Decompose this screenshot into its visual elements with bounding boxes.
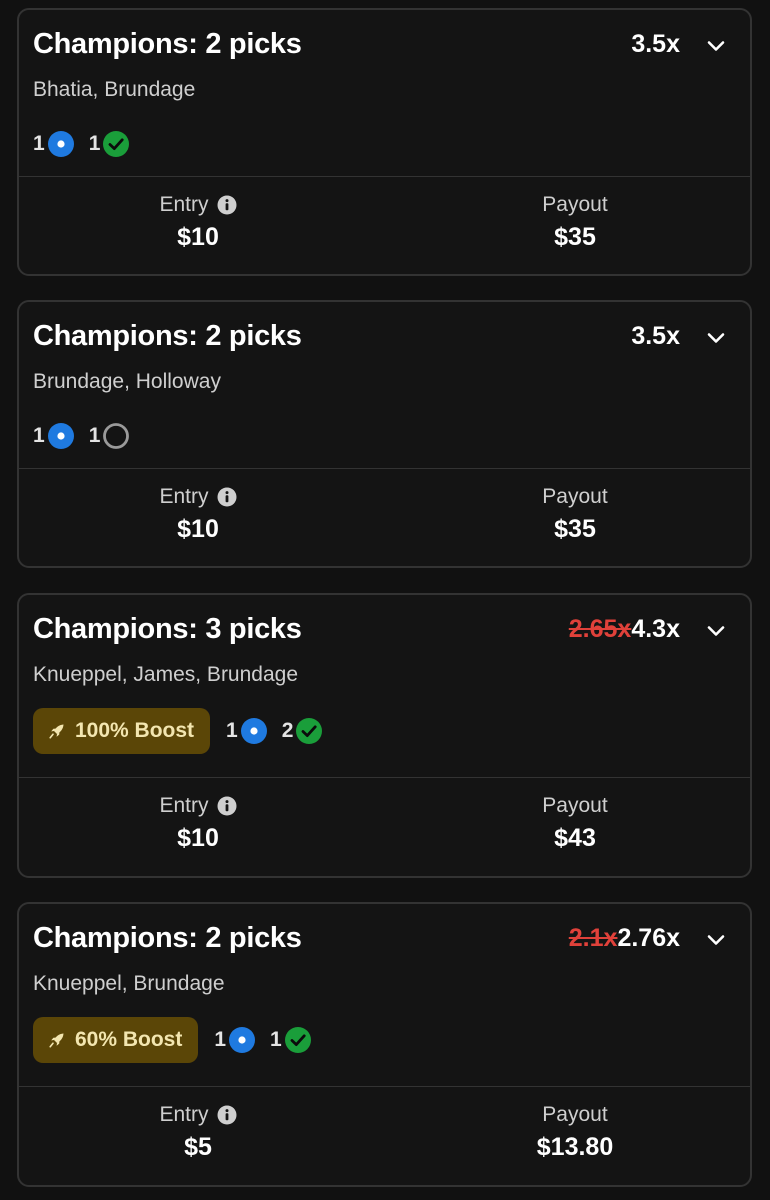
old-multiplier: 2.65x [568, 615, 632, 643]
entry-column: Entry $10 [48, 794, 348, 853]
pending-stat: 1 [33, 130, 75, 158]
card-title: Champions: 2 picks [33, 922, 302, 954]
current-multiplier: 4.3x [631, 615, 680, 643]
entry-value: $10 [177, 515, 219, 543]
boost-label: 60% Boost [75, 1028, 183, 1051]
pick-status-row: 60% Boost 1 1 [33, 1016, 326, 1064]
payout-column: Payout $13.80 [425, 1103, 725, 1162]
payout-label: Payout [542, 1103, 608, 1126]
entry-label: Entry [159, 193, 209, 216]
multiplier: 3.5x [631, 30, 680, 59]
check-circle-icon [296, 718, 323, 744]
player-names: Knueppel, Brundage [33, 972, 225, 995]
second-stat: 1 [89, 130, 131, 158]
boost-badge: 60% Boost [33, 1017, 199, 1063]
payout-column: Payout $35 [425, 485, 725, 544]
entry-label: Entry [159, 1103, 209, 1126]
current-multiplier: 2.76x [617, 924, 680, 952]
pending-dot-icon [47, 131, 74, 157]
info-icon[interactable] [217, 487, 237, 507]
pending-stat: 1 [214, 1026, 256, 1054]
second-count: 1 [270, 1028, 282, 1051]
multiplier: 2.1x2.76x [569, 924, 680, 953]
entry-value: $10 [177, 824, 219, 852]
payout-label: Payout [542, 794, 608, 817]
payout-value: $43 [554, 824, 596, 852]
empty-circle-icon [103, 423, 130, 449]
pending-stat: 1 [226, 717, 268, 745]
card-title: Champions: 2 picks [33, 320, 302, 352]
current-multiplier: 3.5x [631, 30, 680, 58]
pending-dot-icon [240, 718, 267, 744]
entry-value: $10 [177, 223, 219, 251]
multiplier: 3.5x [631, 322, 680, 351]
pending-dot-icon [229, 1027, 256, 1053]
second-count: 1 [88, 424, 101, 447]
entry-card[interactable]: Champions: 2 picks 2.1x2.76x Knueppel, B… [17, 902, 752, 1187]
player-names: Knueppel, James, Brundage [33, 663, 299, 686]
pending-count: 1 [33, 424, 45, 447]
rocket-icon [49, 724, 64, 739]
payout-value: $35 [554, 515, 596, 543]
entry-label: Entry [159, 794, 209, 817]
card-title: Champions: 3 picks [33, 613, 302, 645]
entry-card[interactable]: Champions: 3 picks 2.65x4.3x Knueppel, J… [17, 593, 752, 878]
player-names: Bhatia, Brundage [33, 78, 196, 101]
current-multiplier: 3.5x [631, 322, 680, 350]
pending-stat: 1 [33, 422, 75, 450]
second-count: 1 [88, 132, 101, 155]
entry-value: $5 [184, 1133, 212, 1161]
rocket-icon [49, 1033, 64, 1048]
entry-label: Entry [159, 485, 209, 508]
payout-value: $13.80 [536, 1133, 614, 1161]
old-multiplier: 2.1x [568, 924, 618, 952]
chevron-down-icon[interactable] [704, 928, 728, 952]
payout-value: $35 [554, 223, 596, 251]
multiplier: 2.65x4.3x [569, 615, 680, 644]
pending-dot-icon [47, 423, 74, 449]
pending-count: 1 [214, 1028, 227, 1051]
boost-label: 100% Boost [75, 719, 195, 742]
entry-column: Entry $10 [48, 485, 348, 544]
pending-count: 1 [33, 132, 45, 155]
payout-label: Payout [542, 193, 608, 216]
check-circle-icon [284, 1027, 311, 1053]
card-title: Champions: 2 picks [33, 28, 302, 60]
pick-status-row: 100% Boost 1 2 [33, 707, 337, 755]
player-names: Brundage, Holloway [33, 370, 221, 393]
second-stat: 1 [270, 1026, 312, 1054]
payout-column: Payout $43 [425, 794, 725, 853]
entry-column: Entry $10 [48, 193, 348, 252]
info-icon[interactable] [217, 1105, 237, 1125]
payout-column: Payout $35 [425, 193, 725, 252]
pick-status-row: 1 1 [33, 412, 144, 460]
pick-status-row: 1 1 [33, 120, 144, 168]
entry-card[interactable]: Champions: 2 picks 3.5x Bhatia, Brundage… [17, 8, 752, 276]
entry-column: Entry $5 [48, 1103, 348, 1162]
chevron-down-icon[interactable] [704, 34, 728, 58]
payout-label: Payout [542, 485, 608, 508]
chevron-down-icon[interactable] [704, 619, 728, 643]
boost-badge: 100% Boost [33, 708, 211, 754]
second-stat: 1 [89, 422, 131, 450]
check-circle-icon [103, 131, 130, 157]
second-count: 2 [281, 719, 294, 742]
info-icon[interactable] [217, 796, 237, 816]
second-stat: 2 [282, 717, 324, 745]
entry-card[interactable]: Champions: 2 picks 3.5x Brundage, Hollow… [17, 300, 752, 568]
pending-count: 1 [226, 719, 238, 742]
chevron-down-icon[interactable] [704, 326, 728, 350]
info-icon[interactable] [217, 195, 237, 215]
